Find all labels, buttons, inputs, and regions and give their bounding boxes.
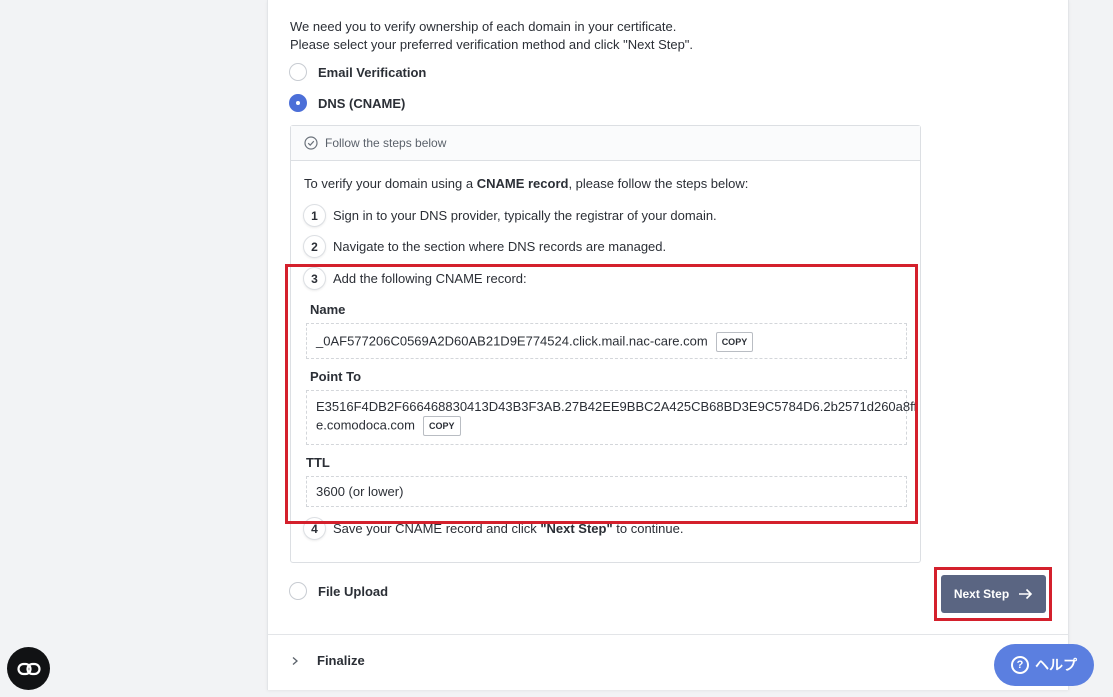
chat-widget-button[interactable] [7, 647, 50, 690]
intro-text: We need you to verify ownership of each … [290, 18, 693, 54]
step-4: 4 Save your CNAME record and click "Next… [303, 517, 683, 540]
email-radio[interactable] [289, 63, 307, 81]
help-label: ヘルプ [1035, 657, 1077, 673]
next-step-label: Next Step [953, 587, 1010, 601]
copy-name-button[interactable]: COPY [715, 332, 754, 352]
ttl-value: 3600 (or lower) [316, 484, 404, 499]
link-icon [16, 662, 41, 675]
point-to-value-line2: e.comodoca.com [316, 417, 415, 433]
steps-panel: Follow the steps below To verify your do… [290, 125, 921, 563]
steps-panel-header: Follow the steps below [291, 126, 920, 161]
section-divider [268, 634, 1068, 635]
steps-intro-prefix: To verify your domain using a [304, 176, 477, 191]
email-label: Email Verification [318, 64, 427, 80]
file-label: File Upload [318, 583, 389, 599]
name-value: _0AF577206C0569A2D60AB21D9E774524.click.… [316, 333, 708, 349]
name-field: _0AF577206C0569A2D60AB21D9E774524.click.… [306, 323, 907, 359]
ttl-field: 3600 (or lower) [306, 476, 907, 507]
steps-intro-suffix: , please follow the steps below: [568, 176, 749, 191]
copy-point-to-button[interactable]: COPY [423, 416, 461, 436]
step-number: 2 [303, 235, 326, 258]
arrow-right-icon [1019, 588, 1033, 600]
intro-line-2: Please select your preferred verificatio… [290, 37, 694, 52]
question-icon: ? [1011, 656, 1029, 674]
file-radio[interactable] [289, 582, 307, 600]
finalize-label: Finalize [317, 653, 365, 668]
step-number: 1 [303, 204, 326, 227]
method-email-option[interactable]: Email Verification [289, 63, 426, 81]
intro-line-1: We need you to verify ownership of each … [290, 19, 677, 34]
dns-radio[interactable] [289, 94, 307, 112]
help-button[interactable]: ? ヘルプ [994, 644, 1094, 686]
step-2: 2 Navigate to the section where DNS reco… [303, 235, 666, 258]
ttl-label: TTL [306, 455, 330, 470]
finalize-section-toggle[interactable]: Finalize [290, 653, 365, 668]
check-circle-icon [304, 136, 318, 150]
chevron-right-icon [292, 656, 298, 665]
step-number: 4 [303, 517, 326, 540]
point-to-field: E3516F4DB2F666468830413D43B3F3AB.27B42EE… [306, 390, 918, 445]
steps-header-label: Follow the steps below [325, 136, 447, 150]
step-text: Navigate to the section where DNS record… [333, 239, 667, 254]
point-to-label: Point To [310, 369, 362, 384]
steps-intro: To verify your domain using a CNAME reco… [304, 176, 748, 191]
step-number: 3 [303, 267, 326, 290]
step-text: Add the following CNAME record: [333, 271, 527, 286]
step-4-prefix: Save your CNAME record and click [333, 521, 541, 536]
next-step-button[interactable]: Next Step [941, 575, 1046, 613]
name-label: Name [310, 302, 346, 317]
step-text: Sign in to your DNS provider, typically … [333, 208, 717, 223]
steps-intro-bold: CNAME record [476, 176, 569, 191]
point-to-value-line1: E3516F4DB2F666468830413D43B3F3AB.27B42EE… [316, 399, 918, 414]
step-4-bold: "Next Step" [540, 521, 613, 536]
step-text: Save your CNAME record and click "Next S… [333, 521, 683, 536]
step-1: 1 Sign in to your DNS provider, typicall… [303, 204, 717, 227]
method-file-option[interactable]: File Upload [289, 582, 388, 600]
method-dns-option[interactable]: DNS (CNAME) [289, 94, 405, 112]
step-3: 3 Add the following CNAME record: [303, 267, 527, 290]
dns-label: DNS (CNAME) [318, 95, 406, 111]
step-4-suffix: to continue. [612, 521, 684, 536]
